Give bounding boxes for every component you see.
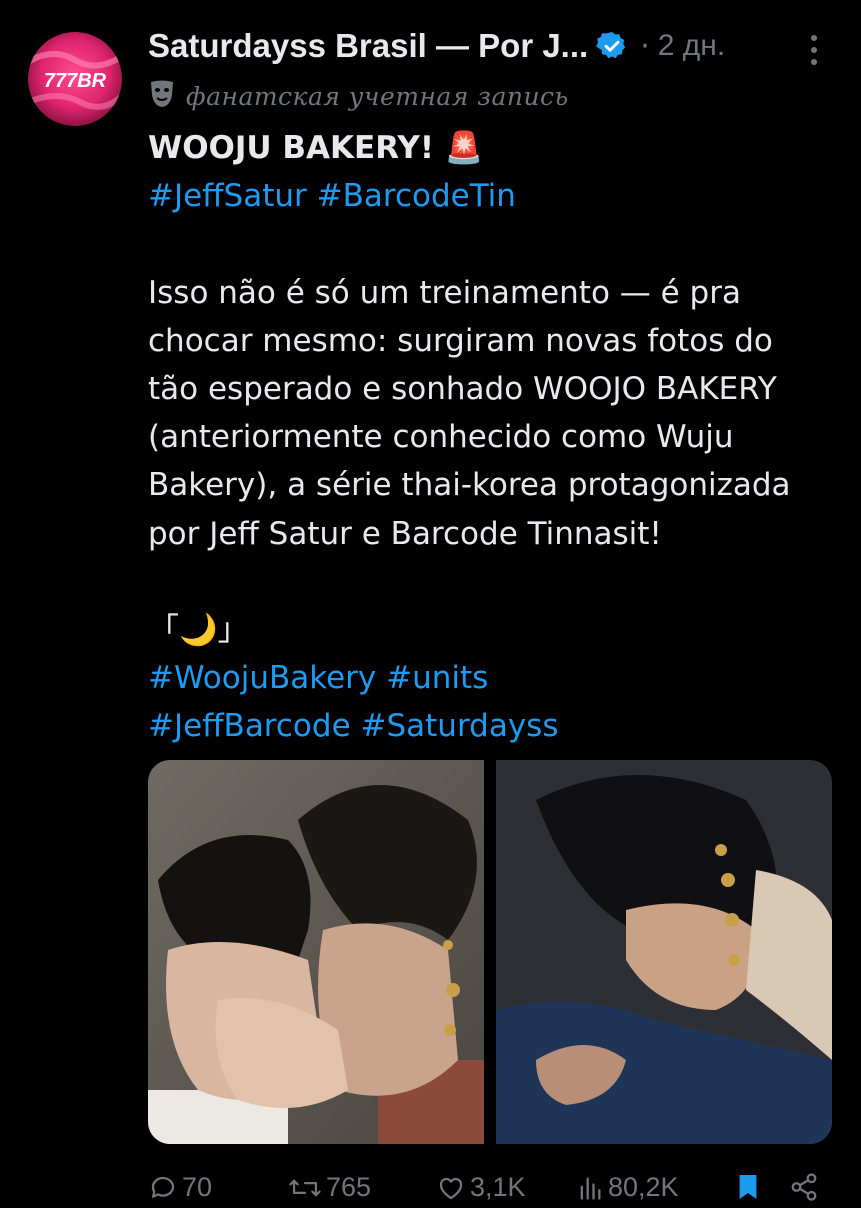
repost-count: 765 [326,1172,372,1202]
media-photo-2[interactable] [496,760,832,1144]
text-line: por Jeff Satur e Barcode Tinnasit! [148,515,662,552]
text-line: Bakery), a série thai-korea protagonizad… [148,467,791,504]
reply-icon [151,1176,175,1198]
more-options-button[interactable] [800,30,828,70]
text-line: Isso não é só um treinamento — é pra [148,274,741,311]
hashtag-link[interactable]: #units [386,660,488,696]
hashtag-link[interactable]: #BarcodeTin [317,178,516,214]
post-header: Saturdayss Brasil — Por J... · 2 дн. [148,22,725,70]
text-line: 「🌙」 [148,611,249,648]
hashtag-link[interactable]: #WoojuBakery [148,660,376,696]
hashtag-line: #WoojuBakery #units [148,654,838,702]
share-button[interactable] [788,1172,820,1202]
like-button[interactable]: 3,1K [436,1172,526,1203]
text-line: (anteriormente conhecido como Wuju [148,419,734,456]
like-count: 3,1K [470,1172,526,1202]
post-text: WOOJU BAKERY! 🚨 #JeffSatur #BarcodeTin I… [148,124,838,750]
theater-mask-icon [148,79,176,113]
reply-count: 70 [182,1172,213,1202]
share-icon [791,1173,817,1201]
author-display-name[interactable]: Saturdayss Brasil — Por J... [148,27,588,65]
text-line: chocar mesmo: surgiram novas fotos do [148,322,773,359]
bookmark-button[interactable] [736,1172,760,1202]
views-icon [580,1177,601,1200]
verified-icon[interactable] [596,30,628,62]
account-label: фанатская учетная запись [148,78,569,114]
views-count: 80,2K [608,1172,679,1202]
repost-icon [289,1179,321,1196]
separator-dot: · [640,28,650,64]
avatar-logo-text: 777BR [44,70,107,92]
more-vertical-icon [811,35,817,65]
hashtag-link[interactable]: #JeffSatur [148,178,307,214]
like-icon [439,1177,463,1199]
avatar[interactable]: 777BR [28,32,122,126]
hashtag-link[interactable]: #Saturdayss [361,708,559,744]
text-line: WOOJU BAKERY! 🚨 [148,130,484,166]
post-timestamp[interactable]: 2 дн. [658,29,725,63]
bookmark-icon [739,1175,757,1199]
repost-button[interactable]: 765 [288,1172,371,1203]
reply-button[interactable]: 70 [148,1172,212,1203]
account-label-text: фанатская учетная запись [186,81,569,111]
action-bar: 70 765 3,1K 80,2K [148,1168,838,1208]
hashtag-line: #JeffBarcode #Saturdayss [148,702,838,750]
views-button[interactable]: 80,2K [576,1172,679,1203]
hashtag-line: #JeffSatur #BarcodeTin [148,172,838,220]
text-line: tão esperado e sonhado WOOJO BAKERY [148,370,777,407]
media-photo-1[interactable] [148,760,484,1144]
hashtag-link[interactable]: #JeffBarcode [148,708,351,744]
